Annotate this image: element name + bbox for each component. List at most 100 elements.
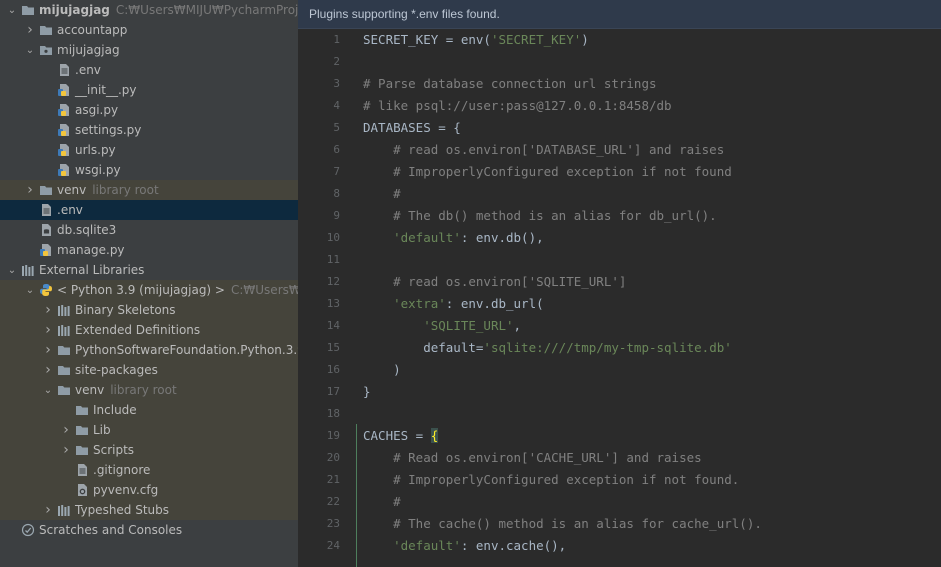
code-line[interactable]: # like psql://user:pass@127.0.0.1:8458/d…: [363, 95, 672, 117]
folder-icon: [57, 383, 71, 397]
tree-item[interactable]: › PythonSoftwareFoundation.Python.3.9_q: [0, 340, 298, 360]
code-line[interactable]: # Parse database connection url strings: [363, 73, 657, 95]
code-line[interactable]: CACHES = {: [363, 425, 439, 447]
code-line[interactable]: # Read os.environ['CACHE_URL'] and raise…: [363, 447, 702, 469]
tree-item-label: Scripts: [93, 443, 135, 457]
tree-item-label: urls.py: [75, 143, 116, 157]
tree-item[interactable]: › Binary Skeletons: [0, 300, 298, 320]
chevron-right-icon[interactable]: ›: [42, 362, 54, 378]
line-number: 20: [326, 451, 340, 464]
chevron-right-icon[interactable]: ›: [24, 22, 36, 38]
tree-item-label: venv: [75, 383, 105, 397]
tree-item[interactable]: ⌄ mijujagjag C:₩Users₩MIJU₩PycharmProjects: [0, 0, 298, 20]
tree-item[interactable]: › Extended Definitions: [0, 320, 298, 340]
code-line[interactable]: # read os.environ['DATABASE_URL'] and ra…: [363, 139, 724, 161]
code-line[interactable]: 'SQLITE_URL',: [363, 315, 521, 337]
code-line[interactable]: #: [363, 491, 401, 513]
code-line[interactable]: # The cache() method is an alias for cac…: [363, 513, 762, 535]
tree-item-label: asgi.py: [75, 103, 119, 117]
code-editor[interactable]: SECRET_KEY = env('SECRET_KEY') # Parse da…: [357, 29, 941, 567]
code-line[interactable]: 'default': env.db(),: [363, 227, 544, 249]
tree-item[interactable]: asgi.py: [0, 100, 298, 120]
line-number: 3: [333, 77, 340, 90]
tree-item[interactable]: ⌄ < Python 3.9 (mijujagjag) > C:₩Users₩MIJ…: [0, 280, 298, 300]
code-line[interactable]: ): [363, 359, 401, 381]
chevron-down-icon[interactable]: ⌄: [42, 385, 54, 396]
tree-item[interactable]: __init__.py: [0, 80, 298, 100]
tree-item[interactable]: Scratches and Consoles: [0, 520, 298, 540]
tree-item[interactable]: Include: [0, 400, 298, 420]
python-file-icon: [57, 143, 71, 157]
tree-item-hint: library root: [92, 183, 159, 197]
tree-item-label: db.sqlite3: [57, 223, 117, 237]
tree-item[interactable]: settings.py: [0, 120, 298, 140]
python-file-icon: [57, 103, 71, 117]
chevron-right-icon[interactable]: ›: [42, 302, 54, 318]
code-line[interactable]: }: [363, 381, 371, 403]
library-icon: [57, 303, 71, 317]
chevron-right-icon[interactable]: ›: [42, 342, 54, 358]
library-icon: [21, 263, 35, 277]
chevron-right-icon[interactable]: ›: [60, 422, 72, 438]
chevron-down-icon[interactable]: ⌄: [24, 45, 36, 56]
tree-item[interactable]: ⌄ External Libraries: [0, 260, 298, 280]
chevron-right-icon[interactable]: ›: [42, 502, 54, 518]
tree-item-label: wsgi.py: [75, 163, 121, 177]
tree-item[interactable]: pyvenv.cfg: [0, 480, 298, 500]
tree-item[interactable]: ⌄ venv library root: [0, 380, 298, 400]
tree-item[interactable]: .env: [0, 60, 298, 80]
tree-item[interactable]: › Scripts: [0, 440, 298, 460]
tree-item[interactable]: manage.py: [0, 240, 298, 260]
line-number: 16: [326, 363, 340, 376]
tree-item[interactable]: › accountapp: [0, 20, 298, 40]
tree-item[interactable]: .gitignore: [0, 460, 298, 480]
plugins-banner[interactable]: Plugins supporting *.env files found.: [298, 0, 941, 29]
python-file-icon: [39, 243, 53, 257]
line-number: 18: [326, 407, 340, 420]
tree-item-hint: C:₩Users₩MIJU: [230, 283, 298, 297]
chevron-down-icon[interactable]: ⌄: [24, 285, 36, 296]
folder-icon: [39, 183, 53, 197]
code-line[interactable]: # read os.environ['SQLITE_URL']: [363, 271, 626, 293]
config-file-icon: [75, 483, 89, 497]
tree-item-label: .env: [75, 63, 101, 77]
code-line[interactable]: # ImproperlyConfigured exception if not …: [363, 161, 732, 183]
project-tree[interactable]: ⌄ mijujagjag C:₩Users₩MIJU₩PycharmProjects…: [0, 0, 298, 567]
code-line[interactable]: # The db() method is an alias for db_url…: [363, 205, 717, 227]
code-line[interactable]: 'extra': env.db_url(: [363, 293, 544, 315]
code-line[interactable]: # ImproperlyConfigured exception if not …: [363, 469, 739, 491]
tree-item-label: mijujagjag: [39, 3, 110, 17]
code-line[interactable]: 'default': env.cache(),: [363, 535, 566, 557]
tree-item[interactable]: › Typeshed Stubs: [0, 500, 298, 520]
tree-item-label: < Python 3.9 (mijujagjag) >: [57, 283, 225, 297]
code-line[interactable]: DATABASES = {: [363, 117, 461, 139]
line-number: 6: [333, 143, 340, 156]
code-line[interactable]: default='sqlite:////tmp/my-tmp-sqlite.db…: [363, 337, 732, 359]
line-number: 1: [333, 33, 340, 46]
chevron-down-icon[interactable]: ⌄: [6, 265, 18, 276]
chevron-down-icon[interactable]: ⌄: [6, 5, 18, 16]
folder-icon: [57, 363, 71, 377]
code-line[interactable]: #: [363, 183, 401, 205]
chevron-right-icon[interactable]: ›: [60, 442, 72, 458]
tree-item[interactable]: db.sqlite3: [0, 220, 298, 240]
tree-item-hint: library root: [110, 383, 177, 397]
line-number: 24: [326, 539, 340, 552]
tree-item-hint: C:₩Users₩MIJU₩PycharmProjects: [115, 3, 298, 17]
line-number: 2: [333, 55, 340, 68]
code-line[interactable]: SECRET_KEY = env('SECRET_KEY'): [363, 29, 589, 51]
chevron-right-icon[interactable]: ›: [24, 182, 36, 198]
tree-item[interactable]: wsgi.py: [0, 160, 298, 180]
tree-item[interactable]: urls.py: [0, 140, 298, 160]
line-number-gutter: 1 2 3 4 5 6 7 8 9 10 11 12 13 14 15 16 17 18 19 20 21 22 23 24: [298, 29, 355, 567]
tree-item[interactable]: › Lib: [0, 420, 298, 440]
tree-item[interactable]: › site-packages: [0, 360, 298, 380]
tree-item[interactable]: › venv library root: [0, 180, 298, 200]
tree-item-label: .gitignore: [93, 463, 151, 477]
tree-item[interactable]: ⌄ mijujagjag: [0, 40, 298, 60]
tree-item-label: settings.py: [75, 123, 142, 137]
chevron-right-icon[interactable]: ›: [42, 322, 54, 338]
tree-item[interactable]: .env: [0, 200, 298, 220]
tree-item-label: pyvenv.cfg: [93, 483, 159, 497]
package-folder-icon: [39, 43, 53, 57]
